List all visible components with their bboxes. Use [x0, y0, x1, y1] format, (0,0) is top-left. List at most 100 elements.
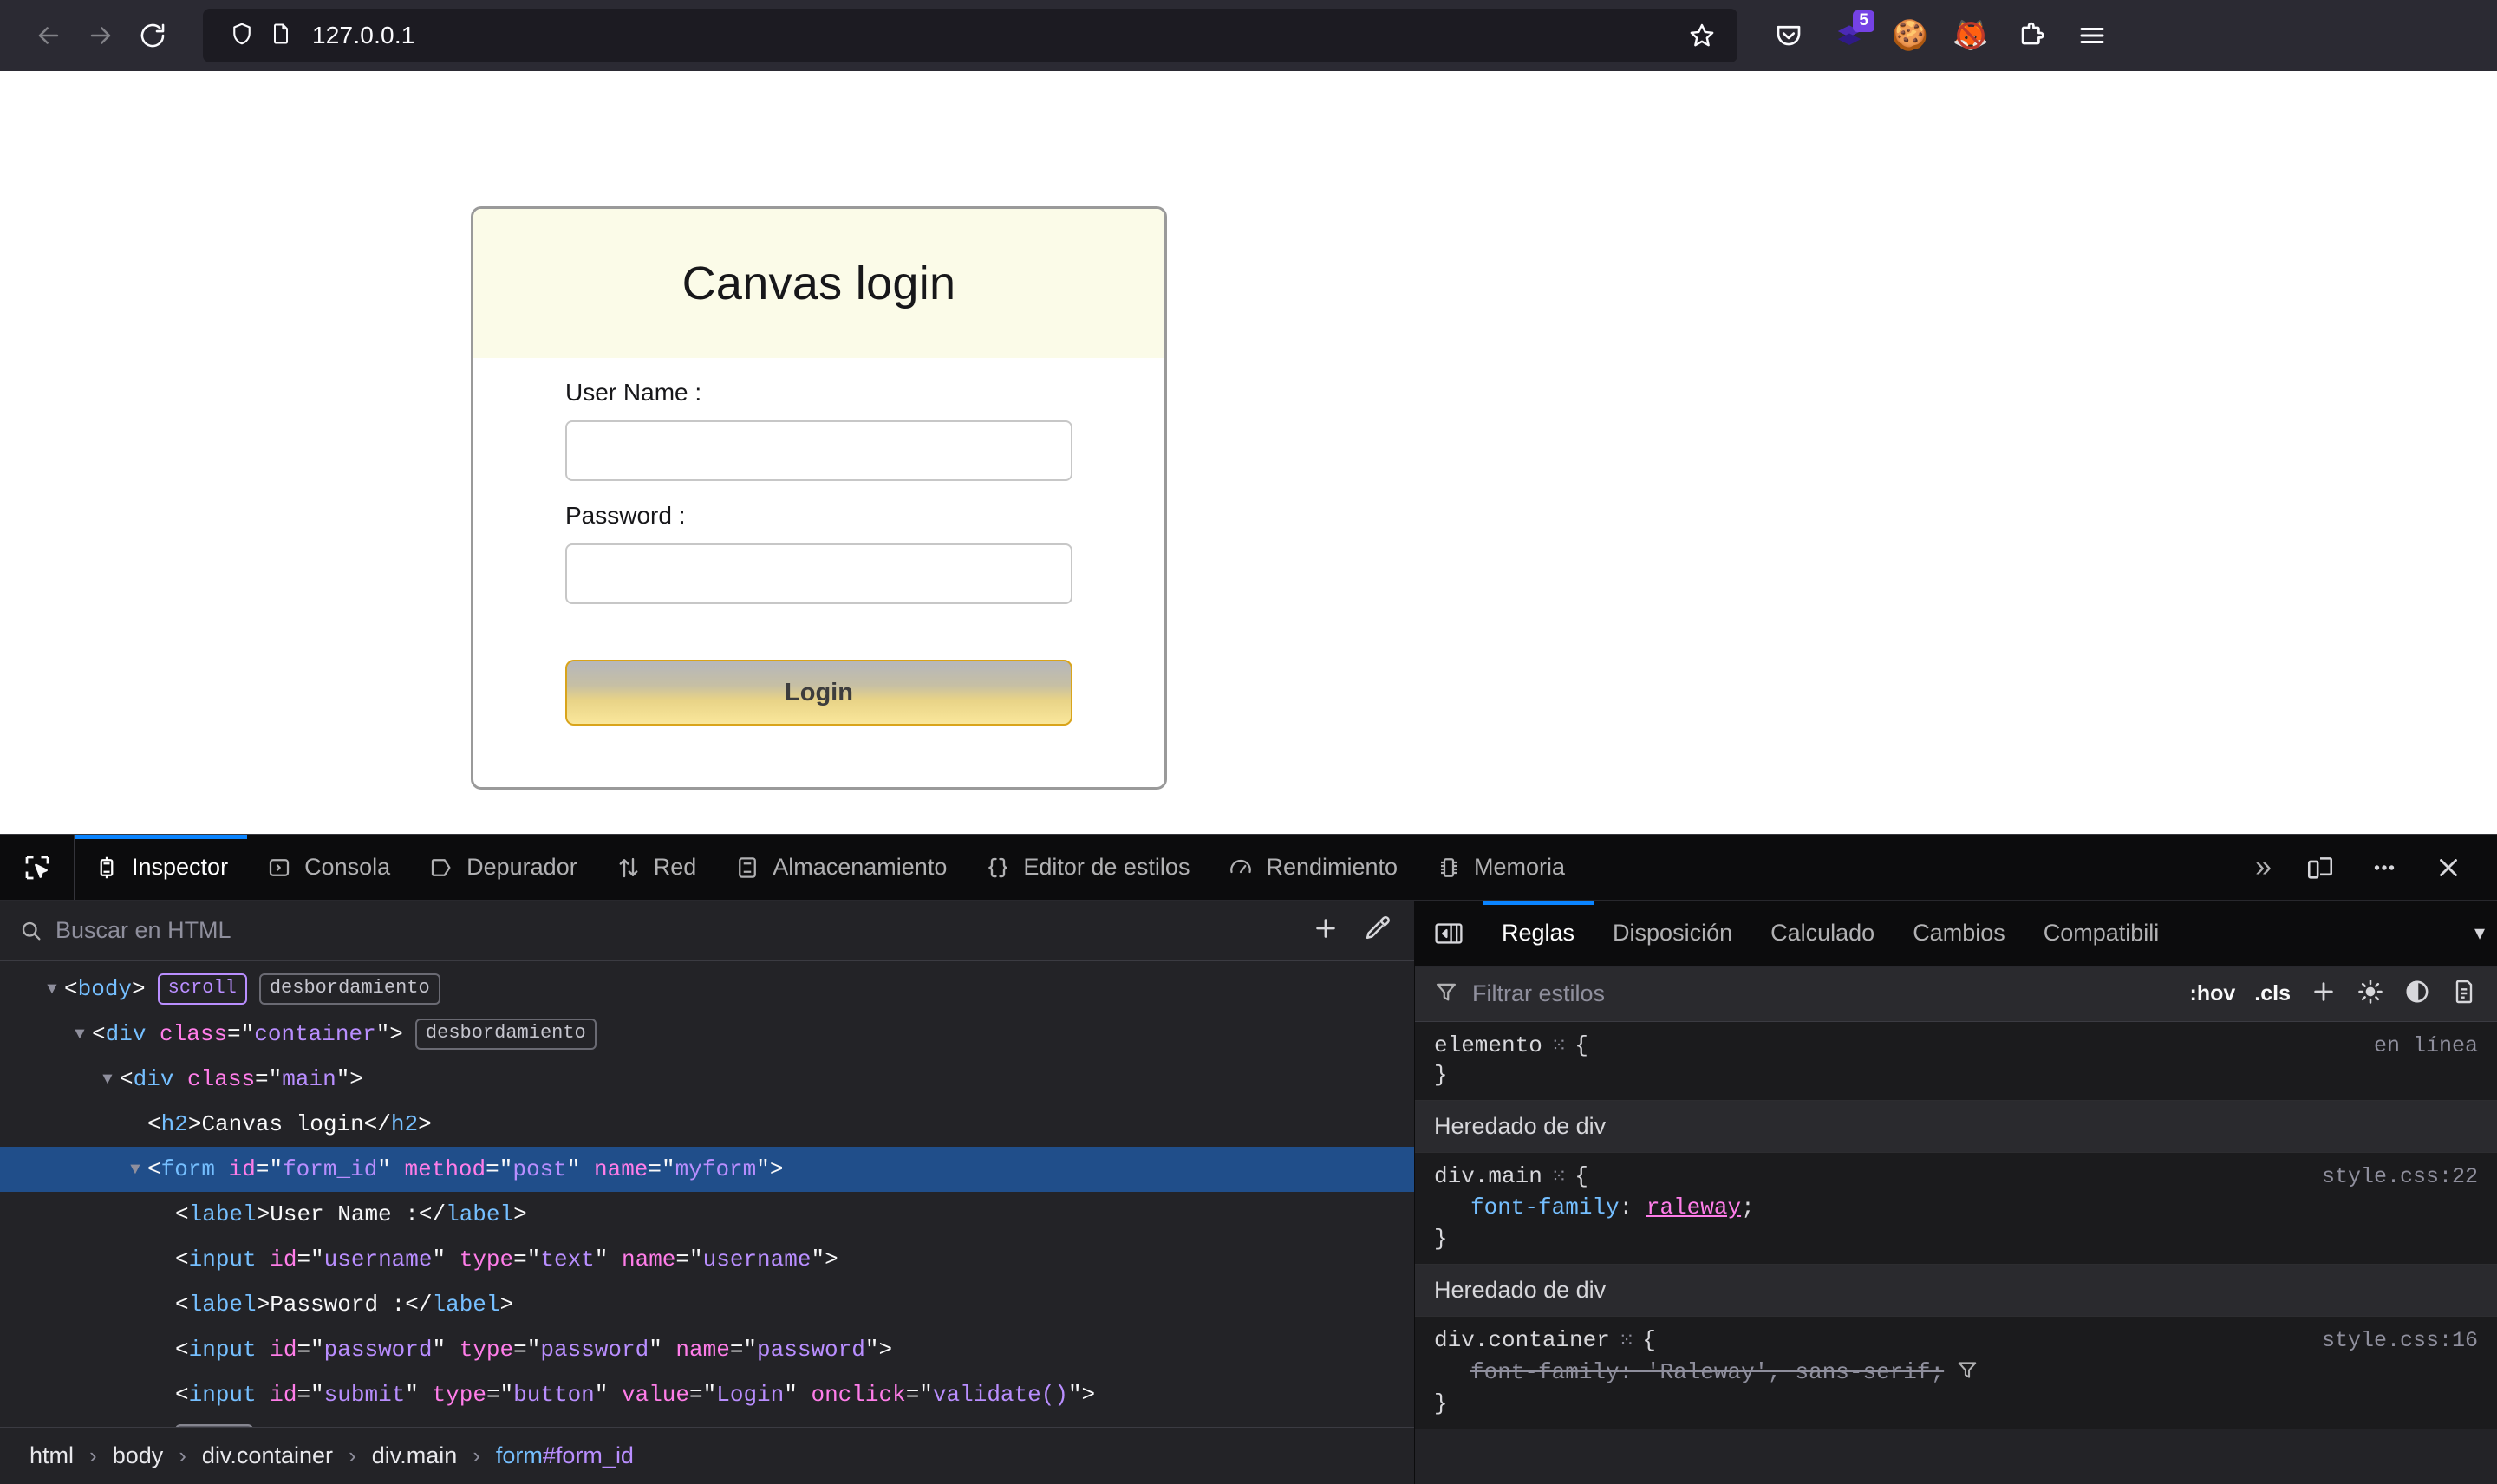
- plus-icon[interactable]: [1312, 914, 1340, 947]
- html-search-row: Buscar en HTML: [0, 901, 1414, 961]
- breadcrumb-item[interactable]: div.main: [362, 1439, 468, 1473]
- rules-tab-calculado[interactable]: Calculado: [1751, 901, 1894, 966]
- print-preview-icon[interactable]: [2450, 978, 2478, 1010]
- element-picker-icon[interactable]: [0, 835, 75, 900]
- css-rule: elemento ⁙ {en línea}: [1415, 1022, 2497, 1101]
- app-menu-icon[interactable]: [2065, 9, 2119, 62]
- url-text[interactable]: 127.0.0.1: [312, 22, 1687, 49]
- sun-icon[interactable]: [2357, 978, 2384, 1010]
- tab-almacenamiento[interactable]: Almacenamiento: [715, 835, 966, 900]
- sync-stack-icon[interactable]: 5: [1822, 9, 1876, 62]
- responsive-design-mode-icon[interactable]: [2292, 840, 2348, 895]
- tab-consola[interactable]: Consola: [247, 835, 409, 900]
- cookie-icon[interactable]: 🍪: [1883, 9, 1937, 62]
- breadcrumb-item[interactable]: body: [102, 1439, 174, 1473]
- tree-node[interactable]: <input id="password" type="password" nam…: [0, 1327, 1414, 1372]
- scroll-badge[interactable]: scroll: [157, 973, 247, 1006]
- rules-list[interactable]: elemento ⁙ {en línea} Heredado de div div.ma…: [1415, 1022, 2497, 1484]
- tree-node[interactable]: ▼ <div class="container"> desbordamiento: [0, 1012, 1414, 1057]
- tree-node-markup: <form id="form_id" method="post" name="m…: [147, 1156, 784, 1182]
- rules-tab-disposición[interactable]: Disposición: [1594, 901, 1751, 966]
- css-property-name[interactable]: font-family: [1470, 1359, 1620, 1385]
- css-declaration[interactable]: font-family: raleway;: [1415, 1191, 2497, 1224]
- inherited-from-header: Heredado de div: [1415, 1101, 2497, 1153]
- username-input[interactable]: [565, 420, 1072, 481]
- star-icon[interactable]: [1687, 21, 1722, 50]
- css-property-name[interactable]: font-family: [1470, 1194, 1620, 1220]
- tab-inspector[interactable]: Inspector: [75, 835, 248, 900]
- inherited-from-header: Heredado de div: [1415, 1265, 2497, 1317]
- plus-icon[interactable]: [2310, 978, 2337, 1010]
- css-selector[interactable]: div.main: [1434, 1163, 1542, 1189]
- rules-tabs-chevron-down-icon[interactable]: ▾: [2462, 901, 2497, 966]
- login-button[interactable]: Login: [565, 660, 1072, 726]
- search-input[interactable]: Buscar en HTML: [55, 917, 1312, 944]
- forward-button[interactable]: [75, 10, 127, 62]
- breadcrumb-item[interactable]: html: [19, 1439, 84, 1473]
- overridden-funnel-icon[interactable]: [1956, 1358, 1979, 1381]
- markup-pane: Buscar en HTML ▼ <body> scroll desbordamien…: [0, 901, 1415, 1484]
- page-icon[interactable]: [269, 22, 293, 50]
- devtools-meatball-menu-icon[interactable]: [2357, 840, 2412, 895]
- close-devtools-icon[interactable]: [2421, 840, 2476, 895]
- reload-button[interactable]: [127, 10, 179, 62]
- cls-toggle-button[interactable]: .cls: [2254, 981, 2291, 1006]
- tree-node[interactable]: ▼ <div class="main">: [0, 1057, 1414, 1102]
- no-fox-icon[interactable]: 🦊: [1944, 9, 1998, 62]
- tree-node[interactable]: ▼ <form id="form_id" method="post" name="…: [0, 1147, 1414, 1192]
- shield-icon[interactable]: [229, 21, 255, 51]
- tree-node[interactable]: ▼ <body> scroll desbordamiento: [0, 967, 1414, 1012]
- twisty-open-icon[interactable]: ▼: [123, 1160, 147, 1179]
- rules-tab-cambios[interactable]: Cambios: [1894, 901, 2024, 966]
- breadcrumb-item[interactable]: div.container: [192, 1439, 343, 1473]
- pocket-icon[interactable]: [1762, 9, 1816, 62]
- overflow-badge[interactable]: desbordamiento: [258, 973, 440, 1006]
- tab-editor-de-estilos[interactable]: Editor de estilos: [966, 835, 1209, 900]
- css-declaration[interactable]: font-family: 'Raleway', sans-serif;: [1415, 1355, 2497, 1389]
- twisty-open-icon[interactable]: ▼: [68, 1025, 92, 1044]
- login-card: Canvas login User Name : Password : Logi…: [471, 206, 1167, 790]
- tab-red[interactable]: Red: [597, 835, 716, 900]
- close-brace: }: [1434, 1390, 1448, 1416]
- markup-tree[interactable]: ▼ <body> scroll desbordamiento ▼ <div class="…: [0, 961, 1414, 1427]
- hov-toggle-button[interactable]: :hov: [2190, 981, 2236, 1006]
- tab-depurador[interactable]: Depurador: [409, 835, 597, 900]
- css-rule-source[interactable]: style.css:16: [2322, 1328, 2478, 1353]
- tree-node[interactable]: event: [0, 1417, 1414, 1427]
- tree-node[interactable]: <input id="username" type="text" name="u…: [0, 1237, 1414, 1282]
- selector-specificity-icon: ⁙: [1618, 1331, 1634, 1352]
- style-filter-input[interactable]: Filtrar estilos: [1472, 980, 2190, 1007]
- panel-toggle-icon[interactable]: [1415, 901, 1483, 966]
- tree-node[interactable]: <input id="submit" type="button" value="…: [0, 1372, 1414, 1417]
- extensions-puzzle-icon[interactable]: [2005, 9, 2058, 62]
- css-rule-header: div.container ⁙ {style.css:16: [1415, 1325, 2497, 1355]
- password-input[interactable]: [565, 543, 1072, 604]
- css-selector[interactable]: div.container: [1434, 1327, 1610, 1353]
- tree-node-markup: <input id="username" type="text" name="u…: [175, 1246, 838, 1272]
- tree-node-markup: <label>Password :</label>: [175, 1292, 514, 1318]
- css-selector[interactable]: elemento: [1434, 1032, 1542, 1058]
- style-filter-row: Filtrar estilos :hov .cls: [1415, 967, 2497, 1022]
- overflow-badge[interactable]: desbordamiento: [414, 1018, 597, 1051]
- rules-tab-reglas[interactable]: Reglas: [1483, 901, 1594, 966]
- tree-node-markup: <div class="main">: [120, 1066, 363, 1092]
- back-button[interactable]: [23, 10, 75, 62]
- twisty-open-icon[interactable]: ▼: [40, 980, 64, 999]
- tree-node[interactable]: <label>Password :</label>: [0, 1282, 1414, 1327]
- tab-rendimiento[interactable]: Rendimiento: [1209, 835, 1417, 900]
- memory-icon: [1436, 855, 1462, 881]
- tree-node[interactable]: <h2>Canvas login</h2>: [0, 1102, 1414, 1147]
- rules-tab-compatibili[interactable]: Compatibili: [2024, 901, 2179, 966]
- address-bar[interactable]: 127.0.0.1: [203, 9, 1737, 62]
- css-property-value[interactable]: 'Raleway', sans-serif: [1646, 1359, 1931, 1385]
- moon-icon[interactable]: [2403, 978, 2431, 1010]
- twisty-open-icon[interactable]: ▼: [95, 1070, 120, 1089]
- eyedropper-icon[interactable]: [1362, 914, 1390, 947]
- devtools-overflow-chevron[interactable]: »: [2234, 835, 2292, 900]
- tab-memoria[interactable]: Memoria: [1417, 835, 1584, 900]
- css-rule-source[interactable]: style.css:22: [2322, 1164, 2478, 1189]
- breadcrumb-item[interactable]: form#form_id: [486, 1439, 644, 1473]
- tree-node[interactable]: <label>User Name :</label>: [0, 1192, 1414, 1237]
- css-property-value[interactable]: raleway: [1646, 1194, 1741, 1220]
- css-rule-source[interactable]: en línea: [2374, 1033, 2478, 1058]
